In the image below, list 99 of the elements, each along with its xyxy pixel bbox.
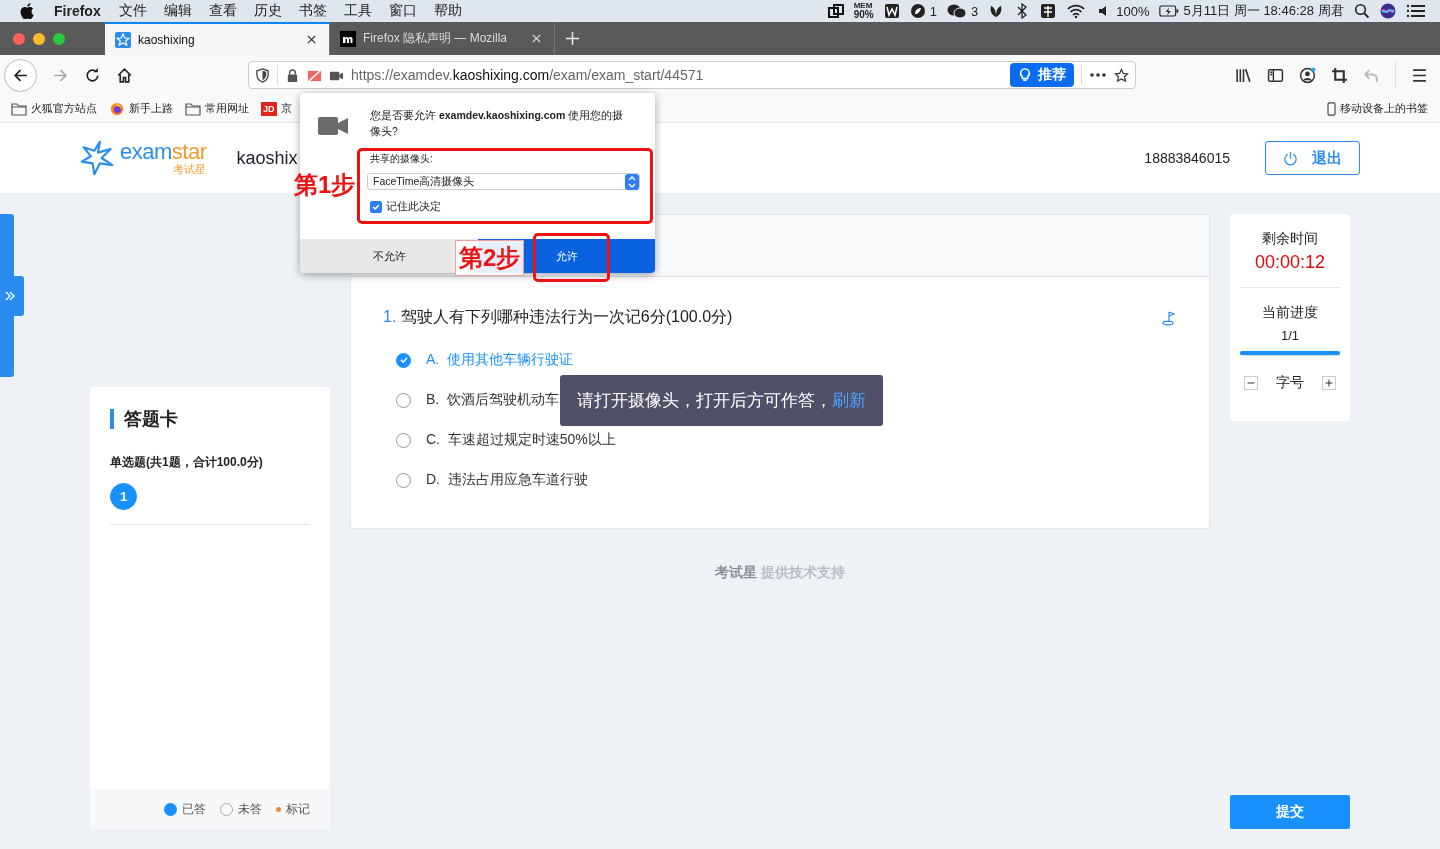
home-icon[interactable]	[116, 66, 133, 84]
input-method-icon[interactable]	[1040, 3, 1057, 19]
toast-message: 请打开摄像头，打开后方可作答，	[577, 390, 832, 412]
app-status-icon[interactable]	[883, 3, 900, 19]
list-icon[interactable]	[1406, 3, 1426, 19]
zoom-window-button[interactable]	[53, 32, 65, 45]
stepper-icon	[625, 173, 639, 190]
section-summary: 单选题(共1题，合计100.0分)	[110, 454, 264, 471]
logo-subtitle: 考试星	[173, 163, 207, 175]
camera-dropdown[interactable]: FaceTime高清摄像头	[367, 173, 640, 190]
chat-count: 3	[970, 3, 979, 19]
menu-item[interactable]: 工具	[343, 2, 372, 20]
logo-text: examstar	[120, 141, 207, 163]
wifi-icon[interactable]	[1066, 3, 1087, 19]
bookmark-item[interactable]: 火狐官方站点	[11, 101, 97, 116]
memory-status[interactable]: MEM 90%	[853, 2, 874, 20]
menu-item[interactable]: 帮助	[433, 2, 462, 20]
status-circle-icon	[164, 802, 177, 816]
folder-icon	[185, 101, 201, 116]
double-chevron-icon	[4, 290, 16, 302]
blocked-media-icon[interactable]	[307, 67, 322, 83]
new-tab-icon[interactable]	[565, 31, 580, 46]
minimize-window-button[interactable]	[33, 32, 45, 45]
legend-label: 未答	[238, 800, 262, 818]
plus-icon[interactable]	[1322, 376, 1336, 390]
bookmark-star-icon[interactable]	[1114, 67, 1129, 83]
star-logo-icon	[80, 139, 116, 177]
time-label: 剩余时间	[1262, 230, 1318, 248]
menu-item[interactable]: 窗口	[388, 2, 417, 20]
app-menu[interactable]: Firefox	[54, 3, 101, 19]
permission-message: 您是否要允许 examdev.kaoshixing.com 使用您的摄像头?	[370, 108, 625, 139]
menu-item[interactable]: 书签	[298, 2, 327, 20]
minus-icon[interactable]	[1244, 376, 1258, 390]
progress-count: 1/1	[1280, 328, 1300, 343]
font-size-label: 字号	[1276, 374, 1304, 392]
leaf-icon[interactable]	[909, 3, 926, 19]
url-text: https://examdev.kaoshixing.com/exam/exam_start/44571	[351, 67, 705, 83]
menu-item[interactable]: 编辑	[163, 2, 192, 20]
close-icon[interactable]	[306, 34, 317, 45]
clock[interactable]: 5月11日 周一 18:46:28	[1183, 2, 1314, 20]
mozilla-icon	[340, 30, 356, 47]
browser-tab[interactable]: kaoshixing	[105, 22, 330, 55]
reload-icon[interactable]	[84, 66, 101, 84]
memory-icon[interactable]	[827, 3, 844, 19]
question-text: 1. 驾驶人有下列哪种违法行为一次记6分(100.0分)	[383, 307, 733, 327]
lightbulb-icon	[1018, 67, 1032, 83]
legend-label: 已答	[182, 800, 206, 818]
jd-logo: JD	[261, 101, 277, 116]
library-icon[interactable]	[1235, 66, 1252, 84]
bookmark-item[interactable]: JD 京	[261, 101, 292, 116]
menu-item[interactable]: 文件	[118, 2, 147, 20]
recommend-button[interactable]: 推荐	[1010, 63, 1074, 87]
phone-icon	[1327, 101, 1336, 116]
check-icon	[397, 354, 410, 366]
site-name: kaoshix	[236, 147, 298, 169]
option-label[interactable]: D. 违法占用应急车道行驶	[426, 471, 588, 489]
search-icon[interactable]	[1354, 3, 1370, 19]
account-icon[interactable]	[1299, 66, 1316, 84]
chat-icon[interactable]	[946, 3, 967, 19]
answer-card-title: 答题卡	[110, 409, 310, 429]
more-icon[interactable]	[1089, 72, 1107, 78]
progress-label: 当前进度	[1262, 304, 1318, 322]
siri-icon[interactable]	[1380, 3, 1396, 19]
option-label[interactable]: B. 饮酒后驾驶机动车	[426, 391, 559, 409]
crop-icon[interactable]	[1331, 66, 1348, 84]
menu-item[interactable]: 历史	[253, 2, 282, 20]
battery-icon[interactable]	[1159, 3, 1180, 19]
lock-icon[interactable]	[285, 67, 300, 83]
back-button[interactable]	[4, 58, 37, 92]
option-label[interactable]: C. 车速超过规定时速50%以上	[426, 431, 616, 449]
bookmark-item[interactable]: 常用网址	[185, 101, 249, 116]
camera-icon	[318, 115, 348, 137]
folder-icon	[11, 101, 27, 116]
apple-icon[interactable]	[20, 3, 34, 19]
user-phone: 18883846015	[1144, 150, 1230, 166]
camera-select-label: 共享的摄像头:	[370, 152, 434, 166]
star-icon	[115, 31, 131, 48]
bookmark-item[interactable]: 移动设备上的书签	[1327, 101, 1428, 116]
bookmark-item[interactable]: 新手上路	[109, 101, 173, 116]
mark-dot-icon	[276, 806, 281, 812]
notification-count: 1	[929, 3, 937, 19]
sidebar-icon[interactable]	[1267, 66, 1284, 84]
menu-item[interactable]: 查看	[208, 2, 237, 20]
legend-label: 标记	[286, 800, 310, 818]
checkbox-label: 记住此决定	[386, 200, 441, 214]
step-annotation: 第2步	[455, 240, 525, 276]
countdown-timer: 00:00:12	[1254, 252, 1326, 273]
shield-icon[interactable]	[255, 67, 270, 83]
url-field[interactable]: https://examdev.kaoshixing.com/exam/exam_start/44571 推荐	[248, 61, 1136, 89]
battery-percent: 100%	[1116, 3, 1150, 19]
check-icon	[371, 202, 381, 212]
flag-icon[interactable]	[1161, 309, 1177, 326]
menu-icon[interactable]	[1411, 66, 1428, 84]
user-name[interactable]: 周君	[1318, 2, 1344, 20]
firefox-icon	[109, 101, 125, 116]
step-annotation: 第1步	[294, 170, 356, 200]
radio-button[interactable]	[396, 352, 411, 368]
power-icon	[1283, 150, 1298, 166]
remember-checkbox[interactable]	[370, 201, 382, 213]
